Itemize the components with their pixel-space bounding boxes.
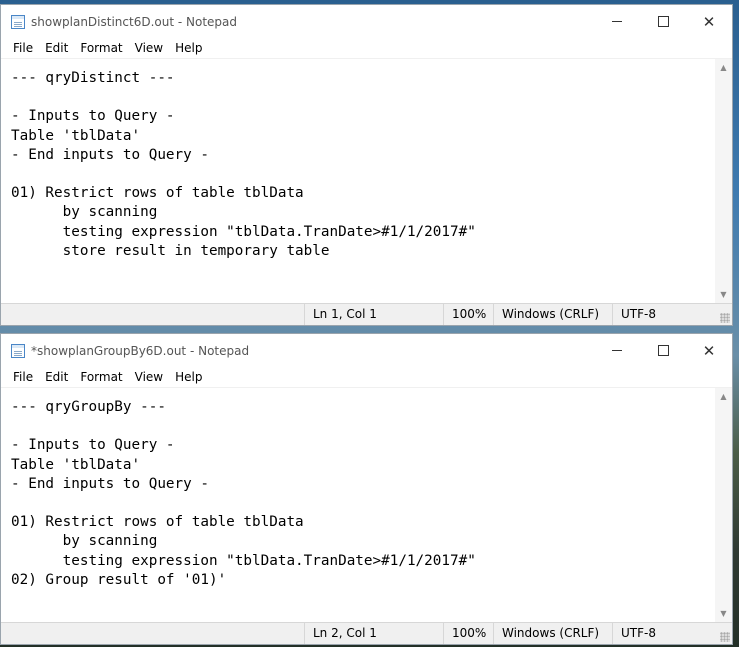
- resize-grip[interactable]: [720, 632, 730, 642]
- title-bar[interactable]: showplanDistinct6D.out - Notepad ✕: [1, 5, 732, 38]
- status-encoding: UTF-8: [612, 304, 717, 325]
- resize-grip[interactable]: [720, 313, 730, 323]
- menu-bar: File Edit Format View Help: [1, 367, 732, 388]
- status-bar: Ln 2, Col 1 100% Windows (CRLF) UTF-8: [1, 622, 732, 644]
- editor-text[interactable]: --- qryDistinct --- - Inputs to Query - …: [1, 59, 715, 303]
- maximize-icon: [657, 16, 669, 27]
- close-icon: ✕: [702, 341, 716, 360]
- maximize-button[interactable]: [640, 334, 686, 367]
- editor-text[interactable]: --- qryGroupBy --- - Inputs to Query - T…: [1, 388, 715, 622]
- minimize-button[interactable]: [594, 5, 640, 38]
- status-bar: Ln 1, Col 1 100% Windows (CRLF) UTF-8: [1, 303, 732, 325]
- status-zoom: 100%: [443, 304, 493, 325]
- minimize-button[interactable]: [594, 334, 640, 367]
- minimize-icon: [612, 350, 622, 351]
- vertical-scrollbar[interactable]: ▲ ▼: [715, 59, 732, 303]
- maximize-button[interactable]: [640, 5, 686, 38]
- menu-bar: File Edit Format View Help: [1, 38, 732, 59]
- status-cursor-position: Ln 1, Col 1: [304, 304, 443, 325]
- title-bar[interactable]: *showplanGroupBy6D.out - Notepad ✕: [1, 334, 732, 367]
- notepad-icon: [11, 343, 25, 358]
- status-line-ending: Windows (CRLF): [493, 623, 612, 644]
- menu-format[interactable]: Format: [74, 370, 128, 384]
- close-button[interactable]: ✕: [686, 334, 732, 367]
- menu-help[interactable]: Help: [169, 41, 208, 55]
- notepad-window-groupby[interactable]: *showplanGroupBy6D.out - Notepad ✕ File …: [0, 333, 733, 645]
- notepad-window-distinct[interactable]: showplanDistinct6D.out - Notepad ✕ File …: [0, 4, 733, 326]
- menu-view[interactable]: View: [129, 41, 169, 55]
- menu-file[interactable]: File: [7, 41, 39, 55]
- menu-file[interactable]: File: [7, 370, 39, 384]
- vertical-scrollbar[interactable]: ▲ ▼: [715, 388, 732, 622]
- notepad-icon: [11, 14, 25, 29]
- text-editor[interactable]: --- qryGroupBy --- - Inputs to Query - T…: [1, 388, 732, 622]
- status-encoding: UTF-8: [612, 623, 717, 644]
- menu-format[interactable]: Format: [74, 41, 128, 55]
- status-zoom: 100%: [443, 623, 493, 644]
- menu-view[interactable]: View: [129, 370, 169, 384]
- chevron-down-icon[interactable]: ▼: [715, 605, 732, 622]
- text-editor[interactable]: --- qryDistinct --- - Inputs to Query - …: [1, 59, 732, 303]
- status-line-ending: Windows (CRLF): [493, 304, 612, 325]
- menu-help[interactable]: Help: [169, 370, 208, 384]
- chevron-up-icon[interactable]: ▲: [715, 59, 732, 76]
- menu-edit[interactable]: Edit: [39, 370, 74, 384]
- close-icon: ✕: [702, 12, 716, 31]
- chevron-down-icon[interactable]: ▼: [715, 286, 732, 303]
- close-button[interactable]: ✕: [686, 5, 732, 38]
- window-title: showplanDistinct6D.out - Notepad: [31, 14, 237, 29]
- window-title: *showplanGroupBy6D.out - Notepad: [31, 343, 250, 358]
- status-cursor-position: Ln 2, Col 1: [304, 623, 443, 644]
- chevron-up-icon[interactable]: ▲: [715, 388, 732, 405]
- minimize-icon: [612, 21, 622, 22]
- menu-edit[interactable]: Edit: [39, 41, 74, 55]
- maximize-icon: [657, 345, 669, 356]
